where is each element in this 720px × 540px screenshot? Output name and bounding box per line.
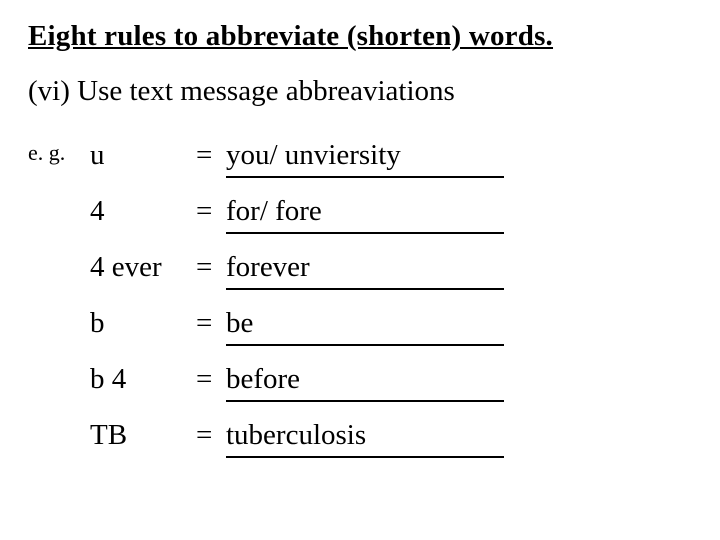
abbr-text: 4 ever bbox=[90, 253, 162, 282]
eg-label: e. g. bbox=[28, 142, 65, 164]
abbr-text: TB bbox=[90, 421, 127, 450]
answer-text: tuberculosis bbox=[226, 421, 366, 450]
slide-page: Eight rules to abbreviate (shorten) word… bbox=[0, 0, 720, 540]
rule-heading: (vi) Use text message abbreaviations bbox=[28, 75, 692, 108]
answer-text: you/ unviersity bbox=[226, 141, 401, 170]
list-item: b = be bbox=[90, 306, 692, 362]
list-item: TB = tuberculosis bbox=[90, 418, 692, 474]
answer-blank: before bbox=[226, 362, 504, 402]
list-item: u = you/ unviersity bbox=[90, 138, 692, 194]
equals-sign: = bbox=[196, 141, 212, 170]
list-item: 4 = for/ fore bbox=[90, 194, 692, 250]
abbr-text: u bbox=[90, 141, 105, 170]
equals-sign: = bbox=[196, 197, 212, 226]
equals-sign: = bbox=[196, 253, 212, 282]
answer-text: for/ fore bbox=[226, 197, 322, 226]
answer-text: be bbox=[226, 309, 253, 338]
answer-text: forever bbox=[226, 253, 310, 282]
answer-blank: forever bbox=[226, 250, 504, 290]
abbr-text: b bbox=[90, 309, 105, 338]
answer-blank: you/ unviersity bbox=[226, 138, 504, 178]
list-item: 4 ever = forever bbox=[90, 250, 692, 306]
page-title: Eight rules to abbreviate (shorten) word… bbox=[28, 20, 692, 53]
equals-sign: = bbox=[196, 365, 212, 394]
example-list: u = you/ unviersity 4 = for/ fore 4 ever… bbox=[90, 138, 692, 474]
equals-sign: = bbox=[196, 421, 212, 450]
answer-blank: for/ fore bbox=[226, 194, 504, 234]
answer-text: before bbox=[226, 365, 300, 394]
abbr-text: 4 bbox=[90, 197, 105, 226]
example-block: e. g. u = you/ unviersity 4 = for/ fore … bbox=[28, 138, 692, 474]
list-item: b 4 = before bbox=[90, 362, 692, 418]
abbr-text: b 4 bbox=[90, 365, 126, 394]
answer-blank: tuberculosis bbox=[226, 418, 504, 458]
equals-sign: = bbox=[196, 309, 212, 338]
answer-blank: be bbox=[226, 306, 504, 346]
